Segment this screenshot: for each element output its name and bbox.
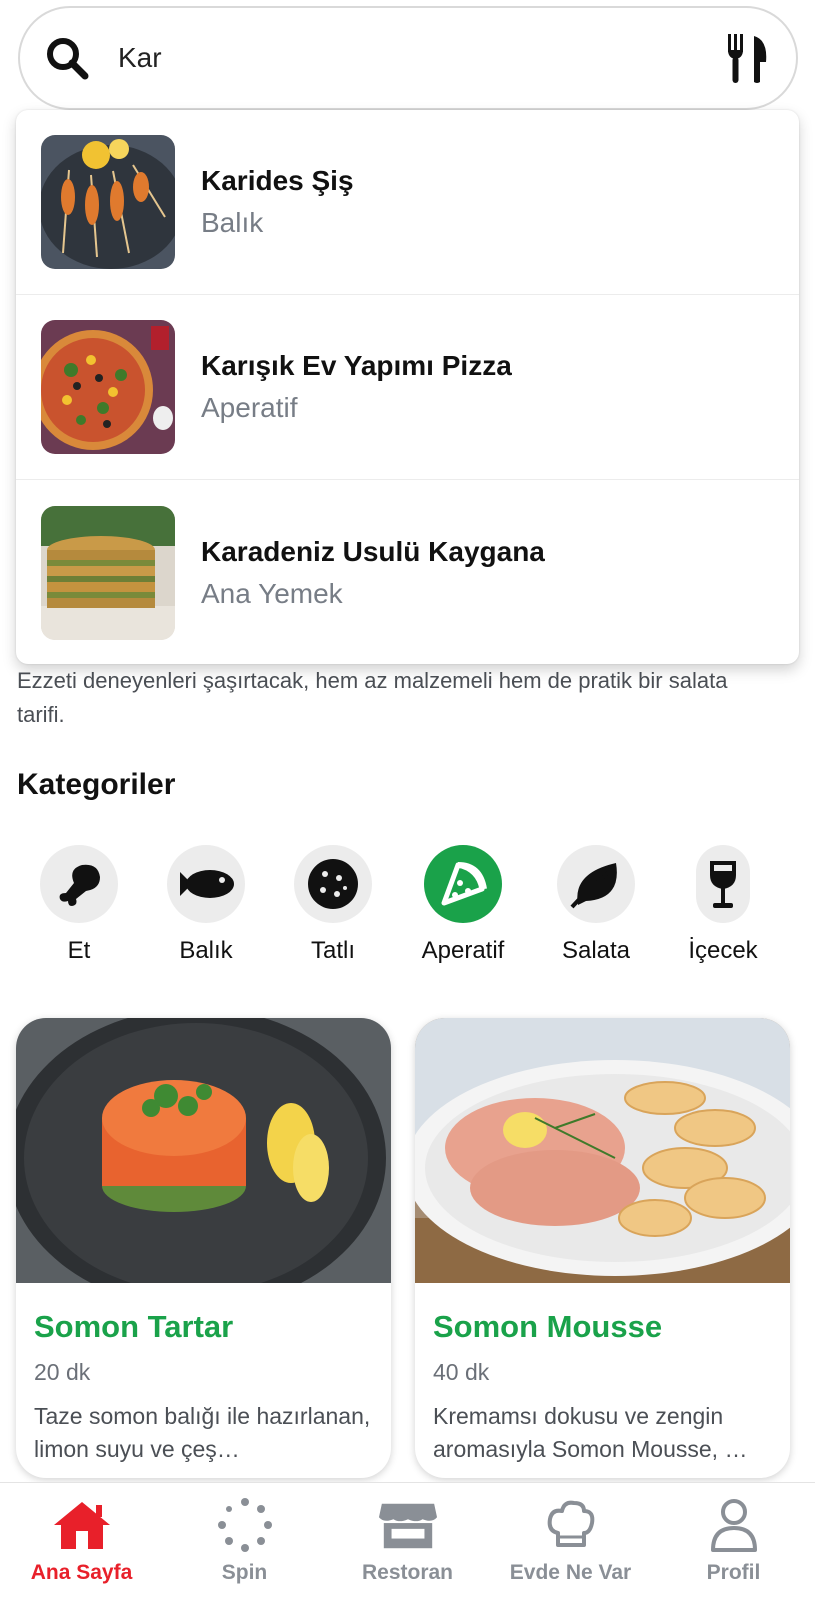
nav-label: Evde Ne Var <box>509 1561 632 1584</box>
store-icon <box>378 1497 438 1553</box>
recipe-title: Somon Tartar <box>34 1309 234 1344</box>
nav-ana-sayfa[interactable]: Ana Sayfa <box>0 1483 163 1600</box>
categories-title: Kategoriler <box>17 768 176 801</box>
cookie-icon <box>294 845 372 923</box>
recipe-time: 20 dk <box>34 1359 91 1385</box>
nav-label: Spin <box>221 1561 268 1584</box>
user-icon <box>704 1497 764 1553</box>
suggestion-name: Karadeniz Usulü Kaygana <box>201 535 545 567</box>
nav-label: Profil <box>706 1561 761 1584</box>
suggestion-name: Karides Şiş <box>201 165 354 196</box>
category-salata[interactable]: Salata <box>556 845 636 965</box>
category-label: Salata <box>561 937 631 964</box>
recipe-description-text: Ezzeti deneyenleri şaşırtacak, hem az ma… <box>17 668 728 727</box>
recipe-card[interactable]: Somon Mousse 40 dk Kremamsı dokusu ve ze… <box>415 1018 790 1478</box>
spinner-icon <box>215 1497 275 1553</box>
suggestion-thumbnail <box>41 135 175 269</box>
nav-label: Restoran <box>361 1561 454 1584</box>
suggestion-name: Karışık Ev Yapımı Pizza <box>201 350 512 381</box>
wine-glass-icon <box>696 845 750 923</box>
category-label: Et <box>67 937 91 964</box>
suggestion-item[interactable]: Karadeniz Usulü Kaygana Ana Yemek <box>16 480 799 664</box>
category-balik[interactable]: Balık <box>166 845 246 965</box>
search-suggestions: Karides Şiş Balık Karışık Ev Yapımı Pizz… <box>16 110 799 664</box>
meat-drumstick-icon <box>40 845 118 923</box>
recipe-photo <box>16 1018 391 1308</box>
nav-spin[interactable]: Spin <box>163 1483 326 1600</box>
cutlery-icon[interactable] <box>724 32 772 84</box>
suggestion-category: Balık <box>201 207 264 238</box>
recipe-time: 40 dk <box>433 1359 490 1385</box>
recipe-description: Kremamsı dokusu ve zengin aromasıyla Som… <box>433 1403 748 1462</box>
recipe-title: Somon Mousse <box>433 1309 663 1344</box>
category-label: Aperatif <box>421 937 505 964</box>
categories-row: Et Balık Tatlı Aperatif Salata İçecek <box>0 845 815 965</box>
suggestion-category: Aperatif <box>201 392 298 423</box>
category-tatli[interactable]: Tatlı <box>294 845 372 965</box>
category-aperatif[interactable]: Aperatif <box>418 845 508 965</box>
recipe-description: Taze somon balığı ile hazırlanan, limon … <box>34 1403 371 1462</box>
search-bar[interactable] <box>18 6 798 110</box>
pizza-slice-icon <box>424 845 502 923</box>
suggestion-thumbnail <box>41 320 175 454</box>
category-et[interactable]: Et <box>40 845 118 965</box>
category-label: Tatlı <box>310 937 355 964</box>
recipe-card[interactable]: Somon Tartar 20 dk Taze somon balığı ile… <box>16 1018 391 1478</box>
nav-label: Ana Sayfa <box>30 1561 133 1584</box>
nav-restoran[interactable]: Restoran <box>326 1483 489 1600</box>
nav-profil[interactable]: Profil <box>652 1483 815 1600</box>
suggestion-item[interactable]: Karışık Ev Yapımı Pizza Aperatif <box>16 295 799 480</box>
chef-hat-icon <box>541 1497 601 1553</box>
suggestion-thumbnail <box>41 505 175 640</box>
suggestion-item[interactable]: Karides Şiş Balık <box>16 110 799 295</box>
category-icecek[interactable]: İçecek <box>688 845 758 965</box>
leaf-icon <box>557 845 635 923</box>
fish-icon <box>167 845 245 923</box>
recipe-photo <box>415 1018 790 1283</box>
bottom-nav: Ana Sayfa Spin Restoran Evde Ne Var Prof… <box>0 1482 815 1600</box>
category-label: İçecek <box>688 937 758 964</box>
nav-evde-ne-var[interactable]: Evde Ne Var <box>489 1483 652 1600</box>
home-icon <box>52 1497 112 1553</box>
suggestion-category: Ana Yemek <box>201 577 343 609</box>
search-icon[interactable] <box>44 35 90 81</box>
search-input[interactable] <box>90 28 724 88</box>
category-label: Balık <box>179 937 233 964</box>
